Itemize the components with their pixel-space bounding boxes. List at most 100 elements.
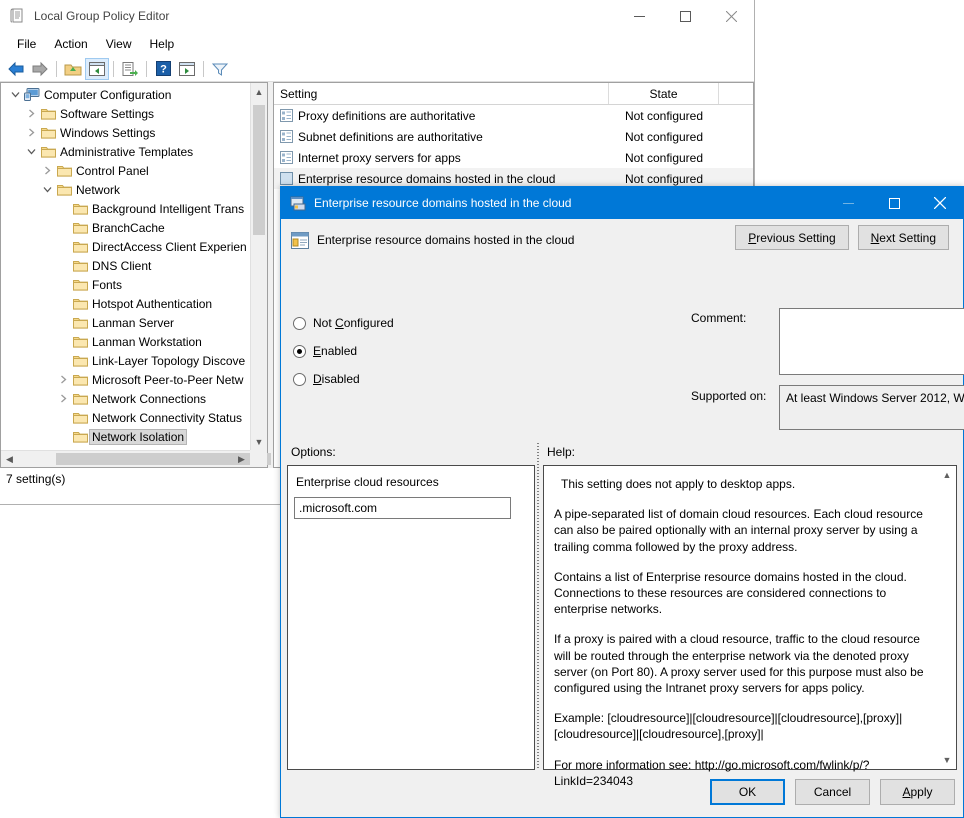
dialog-close-button[interactable] [917, 187, 963, 219]
tree-item[interactable]: Lanman Server [1, 313, 250, 332]
ok-button[interactable]: OK [710, 779, 785, 805]
dialog-footer: OK Cancel Apply [281, 770, 963, 818]
column-header-comment[interactable] [719, 83, 753, 104]
main-window-controls [616, 0, 754, 32]
tree-item[interactable]: DNS Client [1, 256, 250, 275]
export-list-icon[interactable] [118, 58, 142, 80]
help-scroll-down-icon[interactable]: ▼ [939, 752, 955, 768]
column-header-setting[interactable]: Setting [274, 83, 609, 104]
enterprise-cloud-resources-input[interactable] [294, 497, 511, 519]
scroll-down-icon[interactable]: ▼ [251, 433, 267, 450]
tree-item[interactable]: Software Settings [1, 104, 250, 123]
radio-not-configured[interactable]: Not Configured [293, 309, 493, 337]
settings-list[interactable]: Proxy definitions are authoritativeNot c… [274, 105, 753, 189]
computer-icon [23, 88, 41, 101]
tree-item[interactable]: Link-Layer Topology Discove [1, 351, 250, 370]
setting-state: Not configured [609, 130, 719, 144]
scroll-left-icon[interactable]: ◀ [1, 451, 18, 468]
help-paragraph: A pipe-separated list of domain cloud re… [554, 506, 929, 555]
chevron-right-icon[interactable] [23, 109, 39, 118]
tree-item[interactable]: Network [1, 180, 250, 199]
tree-item[interactable]: Hotspot Authentication [1, 294, 250, 313]
radio-disabled-indicator[interactable] [293, 373, 306, 386]
tree-item[interactable]: Network Isolation [1, 427, 250, 446]
dialog-maximize-button[interactable] [871, 187, 917, 219]
scroll-up-icon[interactable]: ▲ [251, 83, 267, 100]
dialog-body: Enterprise resource domains hosted in th… [281, 219, 963, 818]
up-folder-icon[interactable] [61, 58, 85, 80]
tree-item-label: Fonts [89, 277, 125, 293]
back-arrow-icon[interactable] [4, 58, 28, 80]
help-text: This setting does not apply to desktop a… [544, 466, 939, 769]
options-help-splitter[interactable] [535, 443, 541, 768]
apply-accel: A [902, 785, 910, 799]
chevron-down-icon[interactable] [39, 185, 55, 194]
tree-item-label: Computer Configuration [41, 87, 174, 103]
tree-item[interactable]: BranchCache [1, 218, 250, 237]
chevron-down-icon[interactable] [23, 147, 39, 156]
dialog-header-row: Enterprise resource domains hosted in th… [281, 219, 963, 249]
scroll-right-icon[interactable]: ▶ [233, 451, 250, 468]
previous-setting-button[interactable]: Previous Setting [735, 225, 848, 250]
state-radio-group: Not Configured Enabled Disabled [293, 309, 493, 393]
console-tree[interactable]: Computer ConfigurationSoftware SettingsW… [1, 83, 250, 450]
forward-arrow-icon[interactable] [28, 58, 52, 80]
app-title: Local Group Policy Editor [34, 9, 169, 23]
scroll-corner [250, 450, 267, 467]
folder-icon [71, 297, 89, 310]
tree-item-label: Microsoft Peer-to-Peer Netw [89, 372, 246, 388]
properties-icon[interactable] [175, 58, 199, 80]
radio-not-configured-indicator[interactable] [293, 317, 306, 330]
folder-icon [71, 259, 89, 272]
tree-item[interactable]: Control Panel [1, 161, 250, 180]
maximize-button[interactable] [662, 0, 708, 32]
table-row[interactable]: Subnet definitions are authoritativeNot … [274, 126, 753, 147]
radio-enabled-indicator[interactable] [293, 345, 306, 358]
chevron-right-icon[interactable] [23, 128, 39, 137]
comment-label: Comment: [691, 311, 746, 325]
tree-item[interactable]: Windows Settings [1, 123, 250, 142]
tree-item[interactable]: Computer Configuration [1, 85, 250, 104]
radio-disabled[interactable]: Disabled [293, 365, 493, 393]
help-icon[interactable]: ? [151, 58, 175, 80]
menu-file[interactable]: File [8, 34, 45, 54]
apply-button[interactable]: Apply [880, 779, 955, 805]
cancel-button[interactable]: Cancel [795, 779, 870, 805]
chevron-down-icon[interactable] [7, 90, 23, 99]
tree-item[interactable]: Network Connections [1, 389, 250, 408]
tree-item[interactable]: Lanman Workstation [1, 332, 250, 351]
minimize-button[interactable] [616, 0, 662, 32]
chevron-right-icon[interactable] [39, 166, 55, 175]
tree-item[interactable]: Microsoft Peer-to-Peer Netw [1, 370, 250, 389]
dialog-action-buttons: OK Cancel Apply [710, 779, 955, 805]
tree-item[interactable]: DirectAccess Client Experien [1, 237, 250, 256]
help-scrollbar[interactable]: ▲ ▼ [939, 467, 955, 768]
tree-item[interactable]: Administrative Templates [1, 142, 250, 161]
tree-vertical-scrollbar[interactable]: ▲ ▼ [250, 83, 267, 450]
show-hide-console-tree-icon[interactable] [85, 58, 109, 80]
tree-item[interactable]: Background Intelligent Trans [1, 199, 250, 218]
radio-enabled[interactable]: Enabled [293, 337, 493, 365]
table-row[interactable]: Proxy definitions are authoritativeNot c… [274, 105, 753, 126]
tree-item[interactable]: Fonts [1, 275, 250, 294]
tree-item-label: Network [73, 182, 123, 198]
filter-icon[interactable] [208, 58, 232, 80]
menu-action[interactable]: Action [45, 34, 96, 54]
enterprise-cloud-resources-label: Enterprise cloud resources [296, 475, 439, 489]
menu-view[interactable]: View [97, 34, 141, 54]
table-row[interactable]: Internet proxy servers for appsNot confi… [274, 147, 753, 168]
menu-help[interactable]: Help [141, 34, 184, 54]
tree-horizontal-scrollbar[interactable]: ◀ ▶ [1, 450, 250, 467]
console-tree-pane: Computer ConfigurationSoftware SettingsW… [0, 82, 268, 468]
chevron-right-icon[interactable] [55, 375, 71, 384]
close-button[interactable] [708, 0, 754, 32]
help-label: Help: [547, 445, 575, 459]
tree-item[interactable]: Network Connectivity Status [1, 408, 250, 427]
tree-scroll-thumb[interactable] [253, 105, 265, 235]
help-scroll-up-icon[interactable]: ▲ [939, 467, 955, 483]
column-header-state[interactable]: State [609, 83, 719, 104]
chevron-right-icon[interactable] [55, 394, 71, 403]
next-setting-button[interactable]: Next Setting [858, 225, 949, 250]
comment-textarea[interactable]: ▲ ▼ [779, 308, 964, 375]
policy-setting-icon [280, 172, 298, 186]
